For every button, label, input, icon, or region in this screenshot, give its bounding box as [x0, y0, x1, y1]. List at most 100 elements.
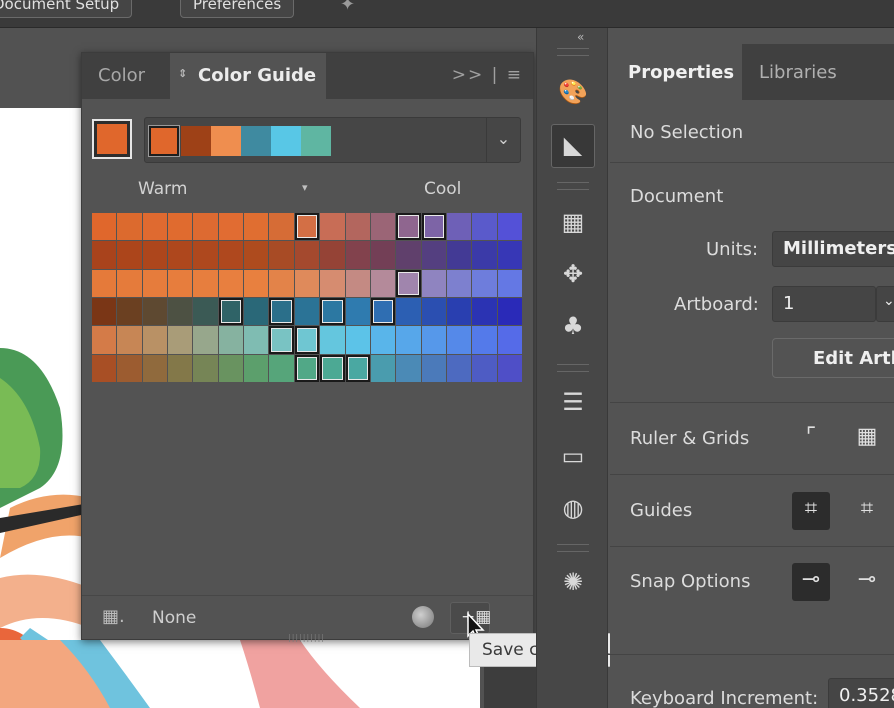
color-variation-swatch[interactable] — [421, 269, 446, 297]
resize-grip[interactable]: |||||||||| — [288, 633, 325, 642]
units-dropdown[interactable]: Millimeters — [772, 231, 894, 267]
color-variation-swatch[interactable] — [168, 354, 193, 382]
color-variation-swatch[interactable] — [92, 241, 117, 269]
color-variation-swatch[interactable] — [497, 213, 522, 241]
color-variation-swatch[interactable] — [446, 354, 472, 382]
color-variation-swatch[interactable] — [193, 241, 218, 269]
color-variation-swatch[interactable] — [446, 326, 472, 354]
color-variation-swatch[interactable] — [294, 213, 320, 241]
color-variation-swatch[interactable] — [320, 213, 345, 241]
color-variation-swatch[interactable] — [497, 298, 522, 326]
color-variation-swatch[interactable] — [421, 354, 446, 382]
color-variation-swatch[interactable] — [396, 241, 421, 269]
color-variation-swatch[interactable] — [142, 213, 168, 241]
color-variation-swatch[interactable] — [269, 241, 294, 269]
color-variation-swatch[interactable] — [497, 241, 522, 269]
artboard-chevron-icon[interactable]: ⌄ — [876, 286, 894, 322]
color-variation-swatch[interactable] — [92, 213, 117, 241]
collapse-panels-icon[interactable]: « — [577, 30, 584, 44]
color-variation-swatch[interactable] — [142, 241, 168, 269]
color-variation-swatch[interactable] — [117, 241, 142, 269]
ruler-icon[interactable]: ⌜ — [792, 420, 830, 458]
color-variation-swatch[interactable] — [142, 269, 168, 297]
color-variation-swatch[interactable] — [446, 213, 472, 241]
color-variation-swatch[interactable] — [370, 269, 396, 297]
color-variation-swatch[interactable] — [396, 298, 421, 326]
color-variation-swatch[interactable] — [370, 326, 396, 354]
color-variation-swatch[interactable] — [446, 298, 472, 326]
edit-colors-icon[interactable] — [412, 606, 434, 628]
color-variation-swatch[interactable] — [446, 269, 472, 297]
tab-color[interactable]: Color — [82, 53, 168, 99]
appearance-icon[interactable]: ✺ — [551, 562, 595, 606]
color-variation-swatch[interactable] — [320, 354, 345, 382]
color-variation-swatch[interactable] — [168, 269, 193, 297]
color-variation-swatch[interactable] — [497, 354, 522, 382]
color-variation-swatch[interactable] — [446, 241, 472, 269]
color-variation-swatch[interactable] — [320, 326, 345, 354]
color-variation-swatch[interactable] — [370, 213, 396, 241]
color-variation-swatch[interactable] — [168, 241, 193, 269]
color-variation-swatch[interactable] — [269, 213, 294, 241]
color-panel-icon[interactable]: 🎨 — [551, 72, 595, 116]
snap-to-point-icon[interactable]: ⊸ — [792, 563, 830, 601]
color-variation-swatch[interactable] — [269, 298, 294, 326]
tab-properties[interactable]: Properties — [610, 44, 742, 100]
symbols-icon[interactable]: ♣ — [551, 306, 595, 350]
brushes-icon[interactable]: ✥ — [551, 254, 595, 298]
color-variation-swatch[interactable] — [244, 298, 269, 326]
color-variation-swatch[interactable] — [193, 354, 218, 382]
color-variation-swatch[interactable] — [269, 354, 294, 382]
swatches-icon[interactable]: ▦ — [551, 202, 595, 246]
color-variation-swatch[interactable] — [193, 269, 218, 297]
color-variation-swatch[interactable] — [244, 269, 269, 297]
harmony-swatch[interactable] — [148, 125, 180, 157]
color-variation-swatch[interactable] — [92, 326, 117, 354]
panel-menu-icon[interactable]: >> | ≡ — [452, 65, 523, 85]
color-variation-swatch[interactable] — [396, 269, 421, 297]
color-variations-grid[interactable] — [92, 213, 523, 383]
color-variation-swatch[interactable] — [497, 326, 522, 354]
color-variation-swatch[interactable] — [168, 213, 193, 241]
color-variation-swatch[interactable] — [421, 213, 446, 241]
color-variation-swatch[interactable] — [472, 213, 497, 241]
color-variation-swatch[interactable] — [294, 269, 320, 297]
color-variation-swatch[interactable] — [320, 241, 345, 269]
color-variation-swatch[interactable] — [421, 241, 446, 269]
harmony-swatch[interactable] — [271, 126, 301, 156]
color-guide-icon[interactable]: ◣ — [551, 124, 595, 168]
color-variation-swatch[interactable] — [421, 326, 446, 354]
color-variation-swatch[interactable] — [370, 241, 396, 269]
variation-options-icon[interactable]: ▾ — [302, 181, 308, 194]
color-variation-swatch[interactable] — [396, 326, 421, 354]
color-variation-swatch[interactable] — [294, 326, 320, 354]
document-setup-button[interactable]: Document Setup — [0, 0, 133, 18]
harmony-rules-dropdown[interactable]: ⌄ — [144, 117, 521, 163]
color-variation-swatch[interactable] — [472, 354, 497, 382]
swatch-grid-icon[interactable]: ▦. — [102, 606, 125, 627]
grid-icon[interactable]: ▦ — [848, 420, 886, 458]
color-variation-swatch[interactable] — [345, 354, 370, 382]
color-variation-swatch[interactable] — [472, 298, 497, 326]
color-variation-swatch[interactable] — [345, 241, 370, 269]
color-variation-swatch[interactable] — [345, 269, 370, 297]
color-variation-swatch[interactable] — [396, 354, 421, 382]
color-variation-swatch[interactable] — [193, 213, 218, 241]
color-variation-swatch[interactable] — [370, 354, 396, 382]
color-variation-swatch[interactable] — [193, 298, 218, 326]
pin-icon[interactable]: ✦ — [340, 0, 355, 15]
harmony-swatch[interactable] — [211, 126, 241, 156]
snap-to-pixel-icon[interactable]: ⊸ — [848, 563, 886, 601]
color-variation-swatch[interactable] — [92, 269, 117, 297]
color-variation-swatch[interactable] — [472, 241, 497, 269]
color-variation-swatch[interactable] — [218, 354, 244, 382]
color-variation-swatch[interactable] — [142, 298, 168, 326]
color-variation-swatch[interactable] — [320, 269, 345, 297]
color-variation-swatch[interactable] — [168, 326, 193, 354]
harmony-swatch[interactable] — [301, 126, 331, 156]
color-variation-swatch[interactable] — [421, 298, 446, 326]
color-variation-swatch[interactable] — [472, 269, 497, 297]
harmony-swatch[interactable] — [241, 126, 271, 156]
tab-libraries[interactable]: Libraries — [744, 44, 864, 100]
color-variation-swatch[interactable] — [218, 241, 244, 269]
